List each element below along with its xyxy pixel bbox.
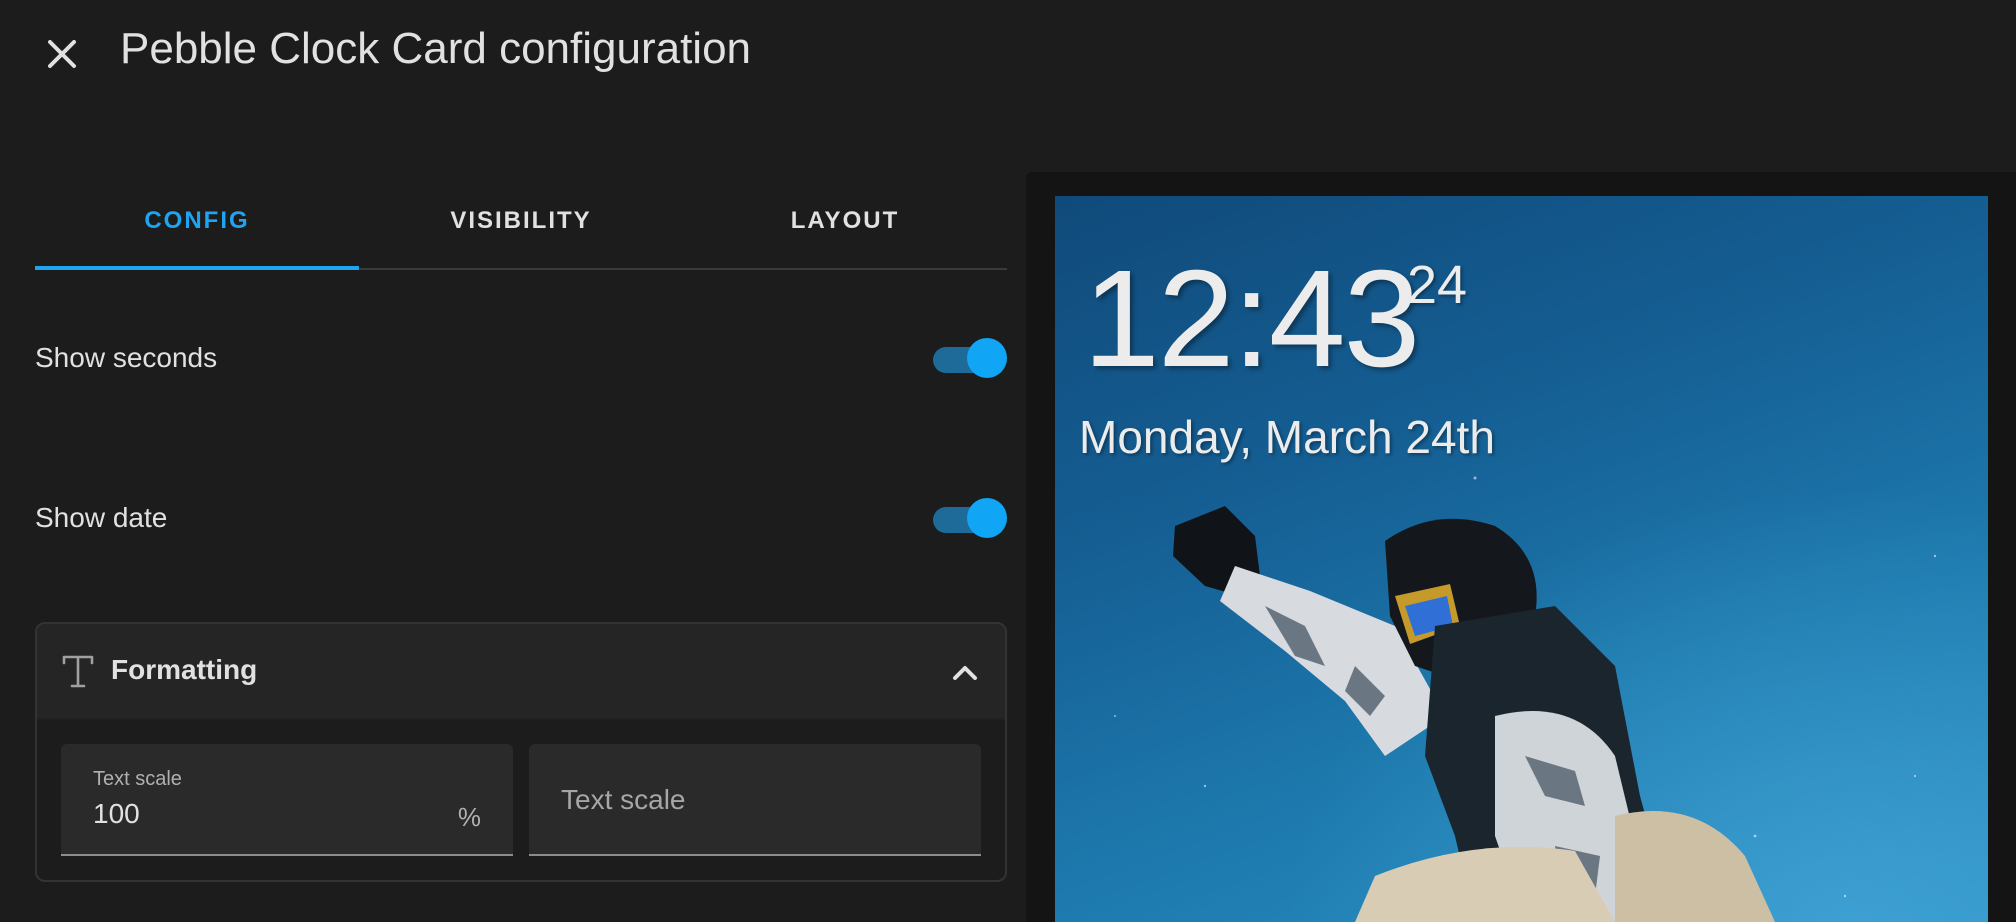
tab-layout[interactable]: LAYOUT	[683, 180, 1007, 268]
tab-bar: CONFIG VISIBILITY LAYOUT	[35, 180, 1007, 270]
tab-config[interactable]: CONFIG	[35, 180, 359, 270]
close-icon	[48, 40, 76, 68]
toggle-thumb	[967, 338, 1007, 378]
clock-card-preview: 12:43 24 Monday, March 24th	[1055, 196, 1988, 922]
toggle-thumb	[967, 498, 1007, 538]
clock-date: Monday, March 24th	[1079, 411, 1495, 463]
show-seconds-toggle[interactable]	[933, 336, 1007, 380]
dialog-header: Pebble Clock Card configuration	[0, 0, 2016, 110]
text-scale-field[interactable]: Text scale 100 %	[61, 744, 513, 856]
text-scale-value: 100	[93, 798, 140, 829]
dialog-title: Pebble Clock Card configuration	[120, 24, 752, 73]
show-seconds-label: Show seconds	[35, 342, 218, 373]
tab-visibility[interactable]: VISIBILITY	[359, 180, 683, 268]
text-scale-placeholder: Text scale	[561, 784, 686, 815]
text-scale-label: Text scale	[93, 768, 182, 790]
show-date-row: Show date	[35, 488, 1007, 548]
show-date-label: Show date	[35, 502, 168, 533]
formatting-panel: Formatting Text scale 100 % Text scale	[35, 622, 1007, 882]
show-seconds-row: Show seconds	[35, 328, 1007, 388]
chevron-up-icon[interactable]	[947, 654, 983, 690]
text-scale-secondary-field[interactable]: Text scale	[529, 744, 981, 856]
clock-time: 12:43	[1083, 242, 1420, 396]
percent-suffix: %	[457, 802, 481, 832]
close-button[interactable]	[36, 28, 88, 80]
clock-seconds: 24	[1407, 255, 1468, 315]
formatting-panel-header[interactable]: Formatting	[37, 624, 1005, 720]
show-date-toggle[interactable]	[933, 496, 1007, 540]
text-format-icon	[62, 655, 94, 688]
formatting-title: Formatting	[111, 654, 258, 685]
